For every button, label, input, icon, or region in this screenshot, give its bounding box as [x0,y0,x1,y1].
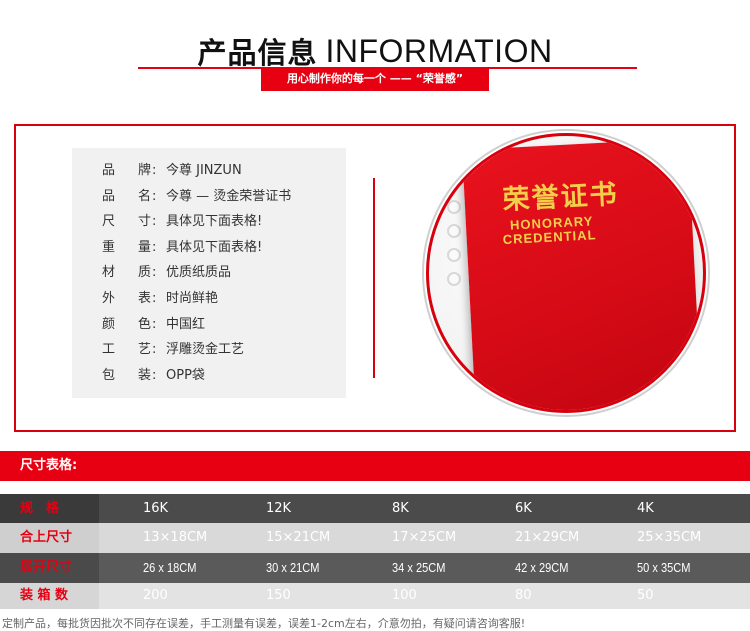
size-cell-text: 50 x 35CM [637,560,691,575]
spec-value: 优质纸质品 [166,265,232,281]
size-table-cell: 34 x 25CM [392,553,455,584]
cover-title-chinese: 荣誉证书 [501,178,620,217]
size-cell-text: 42 x 29CM [515,560,569,575]
spec-value: 具体见下面表格! [166,214,263,230]
size-table-cell: 100 [392,588,417,603]
size-table-cell: 17×25CM [392,530,457,545]
size-row-label: 合上尺寸 [0,523,99,553]
spec-colon: : [152,342,157,358]
spec-value: 中国红 [166,316,206,332]
size-table-cell: 50 x 35CM [637,553,700,584]
spec-row: 包装: OPP袋 [72,365,346,387]
size-table-cell: 42 x 29CM [515,553,578,584]
spec-colon: : [152,265,157,281]
size-table-row: 装 箱 数 200 150 100 80 50 [0,583,750,609]
spec-value: 今尊 JINZUN [166,163,242,178]
size-table-cell: 4K [637,501,654,516]
spec-colon: : [152,188,157,204]
size-table-cell: 150 [266,588,291,603]
size-row-label: 装 箱 数 [0,583,99,609]
size-cell-text: 26 x 18CM [143,560,197,575]
spec-row: 颜色: 中国红 [72,314,346,336]
spec-colon: : [152,316,157,332]
spec-key-char1: 重 [102,239,116,255]
spec-colon: : [152,214,157,230]
size-table-cell: 80 [515,588,532,603]
size-table-cell: 50 [637,588,654,603]
page-title: 产品信息 INFORMATION [0,30,750,72]
size-table-row: 合上尺寸 13×18CM 15×21CM 17×25CM 21×29CM 25×35CM [0,523,750,553]
spec-row: 品牌: 今尊 JINZUN [72,160,346,182]
size-table-row: 展开尺寸 26 x 18CM 30 x 21CM 34 x 25CM 42 x 29CM… [0,553,750,583]
size-table-cell: 26 x 18CM [143,553,206,584]
spec-row: 重量: 具体见下面表格! [72,237,346,259]
spec-row: 品名: 今尊 — 烫金荣誉证书 [72,186,346,208]
size-table-cell: 6K [515,501,532,516]
spec-colon: : [152,367,157,383]
size-table-cell: 12K [266,501,292,516]
spec-colon: : [152,291,157,306]
spec-value: 时尚鲜艳 [166,291,219,306]
size-cell-text: 30 x 21CM [266,560,320,575]
size-row-label: 展开尺寸 [0,553,99,583]
spec-row: 工艺: 浮雕烫金工艺 [72,339,346,361]
size-table-cell: 8K [392,501,409,516]
spec-value: 今尊 — 烫金荣誉证书 [166,188,292,204]
size-table-cell: 15×21CM [266,530,331,545]
spec-value: OPP袋 [166,367,205,383]
size-table-header: 尺寸表格: [0,451,750,481]
spec-key-char1: 品 [102,163,116,178]
size-table-cell: 21×29CM [515,530,580,545]
spec-row: 尺寸: 具体见下面表格! [72,211,346,233]
size-table-row: 规 格 16K 12K 8K 6K 4K [0,494,750,523]
product-info-panel: 品牌: 今尊 JINZUN 品名: 今尊 — 烫金荣誉证书尺寸: 具体见下面表格! 重量:… [14,124,736,432]
certificate-cover: 荣誉证书 HONORARY CREDENTIAL [462,138,702,410]
size-table-cell: 16K [143,501,169,516]
spec-key-char1: 工 [102,342,116,358]
size-cell-text: 34 x 25CM [392,560,446,575]
spec-colon: : [152,163,157,178]
spec-row: 材质: 优质纸质品 [72,262,346,284]
tagline-banner: 用心制作你的每一个 —— “荣誉感” [261,67,489,91]
spec-colon: : [152,239,157,255]
product-image: 荣誉证书 HONORARY CREDENTIAL [426,133,706,413]
title-chinese: 产品信息 [197,36,318,70]
spec-row: 外表: 时尚鲜艳 [72,288,346,310]
size-table-title: 尺寸表格: [20,458,78,473]
spec-key-char1: 材 [102,265,116,281]
spec-list: 品牌: 今尊 JINZUN 品名: 今尊 — 烫金荣誉证书尺寸: 具体见下面表格! 重量:… [72,148,346,398]
spec-value: 具体见下面表格! [166,239,263,255]
spec-key-char1: 包 [102,367,116,383]
size-table-cell: 200 [143,588,168,603]
spec-key-char1: 品 [102,188,116,204]
size-table-cell: 13×18CM [143,530,208,545]
title-english: INFORMATION [325,32,553,69]
spec-key-char1: 尺 [102,214,116,230]
spec-key-char1: 外 [102,291,116,306]
spec-key-char1: 颜 [102,316,116,332]
panel-divider [373,178,375,378]
size-row-label: 规 格 [0,494,99,523]
size-table-cell: 30 x 21CM [266,553,329,584]
size-table-cell: 25×35CM [637,530,702,545]
footer-note: 定制产品，每批货因批次不同存在误差，手工测量有误差，误差1-2cm左右，介意勿拍… [2,617,526,630]
spec-value: 浮雕烫金工艺 [166,342,245,358]
